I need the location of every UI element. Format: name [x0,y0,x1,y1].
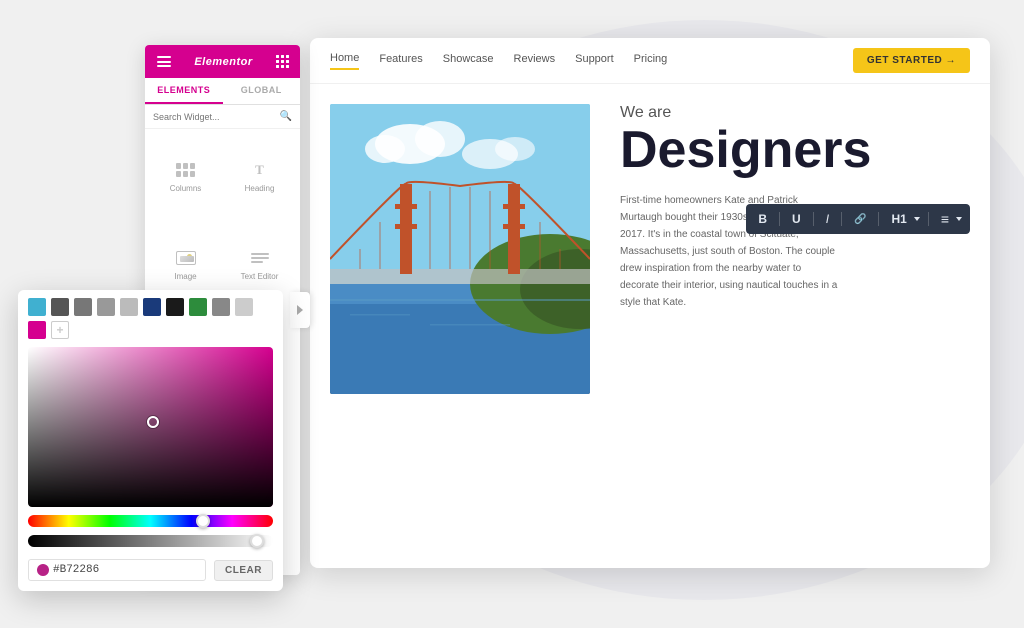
format-link-button[interactable]: 🔗 [850,212,870,227]
swatch-pale-gray[interactable] [235,298,253,316]
widget-columns[interactable]: Columns [149,133,222,220]
widget-columns-label: Columns [170,184,202,193]
hero-image [330,104,590,394]
format-toolbar: B U I 🔗 H1 ≡ [746,204,970,234]
tab-global[interactable]: GLOBAL [223,78,301,104]
swatch-add-button[interactable]: + [51,321,69,339]
widget-search-container: 🔍 [145,105,300,129]
designers-title: Designers [620,124,960,176]
color-input-row: CLEAR [18,555,283,581]
toolbar-divider-4 [878,212,879,226]
browser-navbar: Home Features Showcase Reviews Support P… [310,38,990,84]
swatch-cyan[interactable] [28,298,46,316]
color-gradient-picker[interactable] [28,347,273,507]
swatch-medium-gray[interactable] [74,298,92,316]
widget-heading[interactable]: T Heading [223,133,296,220]
format-bold-button[interactable]: B [754,210,771,228]
swatch-black[interactable] [166,298,184,316]
opacity-slider[interactable] [28,535,273,547]
toolbar-divider-1 [779,212,780,226]
nav-reviews[interactable]: Reviews [514,53,556,69]
swatch-dark-blue[interactable] [143,298,161,316]
nav-showcase[interactable]: Showcase [443,53,494,69]
opacity-slider-container [18,531,283,555]
grid-icon[interactable] [276,55,288,68]
heading-label: H1 [887,210,910,228]
search-icon: 🔍 [280,111,292,122]
nav-features[interactable]: Features [379,53,422,69]
image-icon [174,248,198,268]
widget-text-editor-label: Text Editor [241,272,279,281]
heading-chevron-icon [914,217,920,221]
list-dropdown[interactable]: ≡ [937,209,962,229]
opacity-slider-thumb[interactable] [250,534,264,548]
swatch-green[interactable] [189,298,207,316]
we-are-text: We are [620,104,960,122]
swatch-lighter-gray[interactable] [120,298,138,316]
swatch-light-gray[interactable] [97,298,115,316]
nav-pricing[interactable]: Pricing [634,53,668,69]
swatch-gray[interactable] [212,298,230,316]
search-input[interactable] [153,112,276,122]
color-preview-dot [37,564,49,576]
toolbar-divider-5 [928,212,929,226]
swatch-pink[interactable] [28,321,46,339]
get-started-button[interactable]: GET STARTED → [853,48,970,73]
nav-support[interactable]: Support [575,53,614,69]
heading-icon: T [248,160,272,180]
format-italic-button[interactable]: I [822,210,833,228]
hamburger-icon[interactable] [157,56,171,67]
nav-home[interactable]: Home [330,52,359,70]
color-picker-cursor[interactable] [147,416,159,428]
hue-slider-container [18,507,283,531]
hue-slider[interactable] [28,515,273,527]
hex-input[interactable] [53,564,113,576]
sidebar-toggle-arrow[interactable] [290,292,310,328]
toolbar-divider-2 [813,212,814,226]
text-editor-icon [248,248,272,268]
swatch-dark-gray[interactable] [51,298,69,316]
columns-icon [174,160,198,180]
browser-window: Home Features Showcase Reviews Support P… [310,38,990,568]
elementor-logo: Elementor [194,56,252,68]
color-picker-panel: + CLEAR [18,290,283,591]
toolbar-divider-3 [841,212,842,226]
hex-input-box [28,559,206,581]
color-swatches-row: + [18,290,283,347]
list-icon: ≡ [937,209,953,229]
hue-slider-thumb[interactable] [196,514,210,528]
browser-content: We are Designers First-time homeowners K… [310,84,990,568]
heading-dropdown[interactable]: H1 [887,210,919,228]
list-chevron-icon [956,217,962,221]
sidebar-header: Elementor [145,45,300,78]
tab-elements[interactable]: ELEMENTS [145,78,223,104]
format-underline-button[interactable]: U [788,210,805,228]
sidebar-tabs: ELEMENTS GLOBAL [145,78,300,105]
golden-gate-image [330,104,590,394]
arrow-right-icon [297,305,303,315]
widget-image-label: Image [174,272,196,281]
widget-heading-label: Heading [245,184,275,193]
clear-button[interactable]: CLEAR [214,560,273,581]
